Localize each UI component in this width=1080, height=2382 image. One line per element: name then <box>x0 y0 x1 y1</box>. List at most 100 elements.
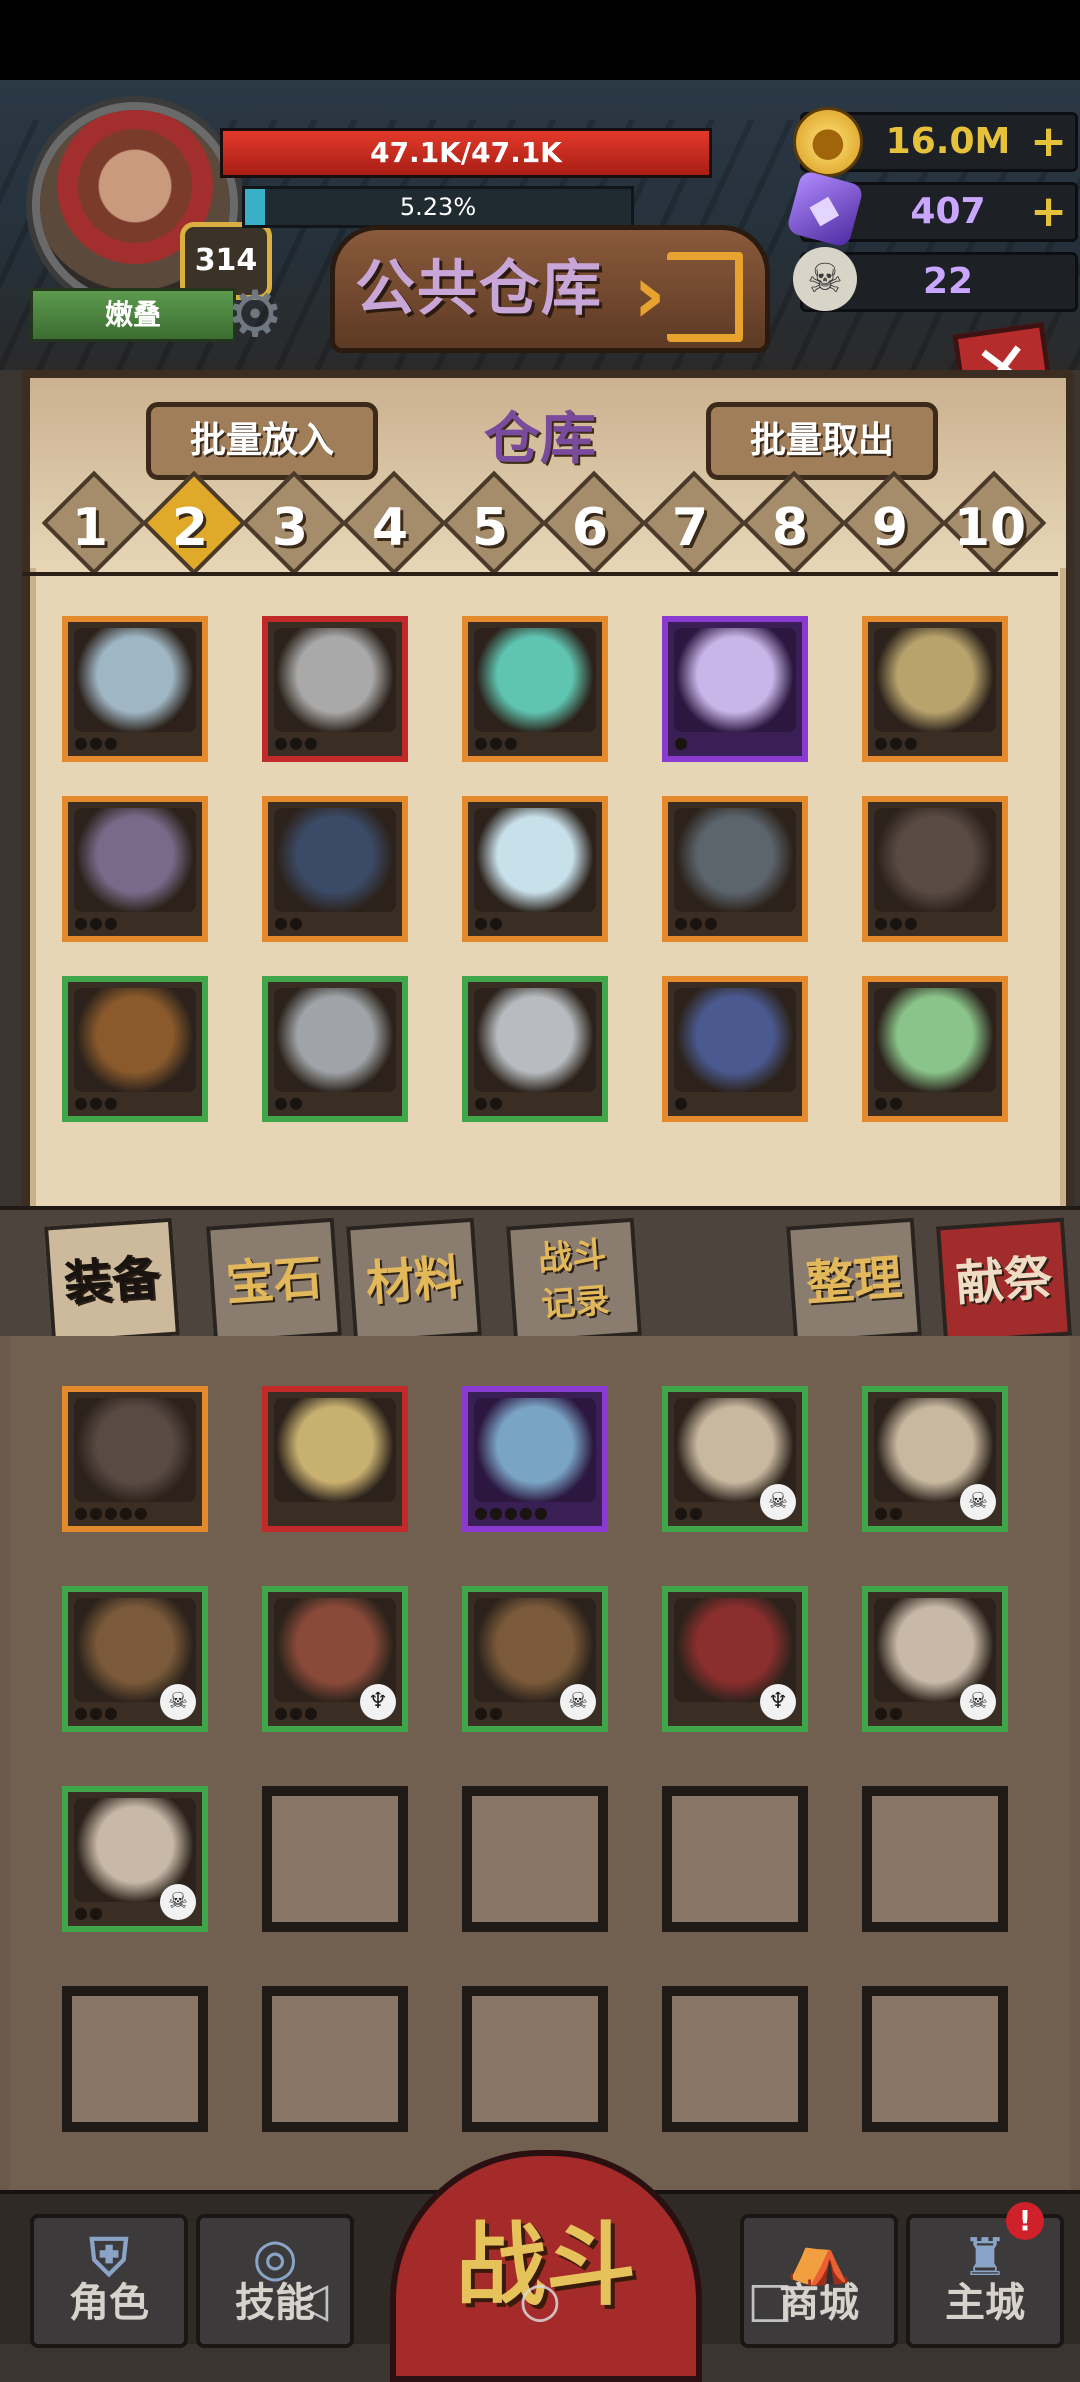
item-quality-dots: ●● <box>874 1703 904 1722</box>
horned-set-icon: ♆ <box>760 1684 796 1720</box>
sacrifice-button[interactable]: 献祭 <box>936 1217 1072 1345</box>
item-slot[interactable]: ●●● ☠ <box>62 1586 208 1732</box>
item-slot[interactable]: ●● ☠ <box>862 1586 1008 1732</box>
item-slot[interactable]: ●● <box>262 976 408 1122</box>
system-back-icon[interactable]: ◁ <box>280 2270 340 2330</box>
item-slot[interactable]: ♆ <box>662 1586 808 1732</box>
empty-slot[interactable] <box>662 1786 808 1932</box>
item-slot[interactable]: ●● <box>462 976 608 1122</box>
horned-set-icon: ♆ <box>360 1684 396 1720</box>
xp-text: 5.23% <box>399 193 477 221</box>
batch-take-button[interactable]: 批量取出 <box>706 402 938 480</box>
empty-slot[interactable] <box>462 1986 608 2132</box>
item-quality-dots: ●● <box>274 1093 304 1112</box>
xp-bar: 5.23% <box>242 186 634 228</box>
item-slot[interactable]: ●●● <box>62 616 208 762</box>
helmet-icon: ⛨ <box>89 2228 129 2288</box>
ornate-shield-icon <box>474 1398 596 1502</box>
page-tab-label: 5 <box>471 498 509 558</box>
item-slot[interactable]: ●●● <box>462 616 608 762</box>
item-slot[interactable]: ●● <box>462 796 608 942</box>
add-gem-button[interactable]: + <box>1030 185 1067 239</box>
plate-armor-icon <box>474 988 596 1092</box>
crossed-swords-icon <box>274 1398 396 1502</box>
item-quality-dots: ●● <box>474 1703 504 1722</box>
hp-bar: 47.1K/47.1K <box>220 128 712 178</box>
tab-battle-log-line2: 记录 <box>540 1280 611 1326</box>
item-quality-dots: ●●●●● <box>474 1503 549 1522</box>
notification-badge: ! <box>1006 2202 1044 2240</box>
item-slot[interactable]: ●● <box>862 976 1008 1122</box>
item-slot[interactable]: ●●● <box>862 796 1008 942</box>
skull-set-icon: ☠ <box>560 1684 596 1720</box>
item-quality-dots: ●●● <box>874 913 919 932</box>
item-slot[interactable]: ●●● ♆ <box>262 1586 408 1732</box>
cracked-rock-icon <box>874 808 996 912</box>
storage-title: 仓库 <box>484 407 596 472</box>
item-quality-dots: ●●● <box>74 1703 119 1722</box>
batch-put-button[interactable]: 批量放入 <box>146 402 378 480</box>
nav-main-city[interactable]: ♜ 主城 <box>906 2214 1064 2348</box>
page-tab-label: 9 <box>871 498 909 558</box>
empty-slot[interactable] <box>62 1986 208 2132</box>
gem-currency: ◆ 407 + <box>785 169 1078 249</box>
dragon-wing-icon <box>274 808 396 912</box>
empty-slot[interactable] <box>862 1786 1008 1932</box>
page-tab-label: 8 <box>771 498 809 558</box>
item-quality-dots: ●●● <box>874 733 919 752</box>
item-slot[interactable]: ●●● <box>662 796 808 942</box>
opal-stone-icon <box>474 808 596 912</box>
page-tab-label: 1 <box>71 498 109 558</box>
scroll-icon <box>874 628 996 732</box>
empty-slot[interactable] <box>262 1986 408 2132</box>
item-quality-dots: ●●● <box>274 1703 319 1722</box>
item-slot[interactable]: ● <box>662 976 808 1122</box>
item-quality-dots: ●● <box>874 1093 904 1112</box>
item-slot[interactable] <box>262 1386 408 1532</box>
tab-battle-log[interactable]: 战斗 记录 <box>506 1217 642 1345</box>
item-slot[interactable]: ●● ☠ <box>62 1786 208 1932</box>
claw-icon <box>674 628 796 732</box>
item-slot[interactable]: ●●●●● <box>62 1386 208 1532</box>
system-recents-icon[interactable]: □ <box>740 2270 800 2330</box>
sort-button[interactable]: 整理 <box>786 1217 922 1345</box>
system-home-icon[interactable]: ○ <box>510 2270 570 2330</box>
item-slot[interactable]: ●● ☠ <box>462 1586 608 1732</box>
nav-role[interactable]: ⛨ 角色 <box>30 2214 188 2348</box>
skull-set-icon: ☠ <box>760 1484 796 1520</box>
green-tablet-icon <box>874 988 996 1092</box>
item-quality-dots: ●●● <box>74 913 119 932</box>
skull-value: 22 <box>922 261 974 302</box>
hp-text: 47.1K/47.1K <box>370 136 562 169</box>
item-slot[interactable]: ●● ☠ <box>662 1386 808 1532</box>
empty-slot[interactable] <box>262 1786 408 1932</box>
item-slot[interactable]: ●●● <box>62 796 208 942</box>
gem-value: 407 <box>910 191 986 232</box>
empty-slot[interactable] <box>662 1986 808 2132</box>
status-bar <box>0 0 1080 80</box>
tab-materials[interactable]: 材料 <box>346 1217 482 1345</box>
item-slot[interactable]: ●●● <box>862 616 1008 762</box>
empty-slot[interactable] <box>462 1786 608 1932</box>
item-slot[interactable]: ●●● <box>262 616 408 762</box>
add-gold-button[interactable]: + <box>1030 115 1067 169</box>
item-quality-dots: ●●● <box>474 733 519 752</box>
item-slot[interactable]: ● <box>662 616 808 762</box>
settings-gear-icon[interactable]: ⚙ <box>220 280 290 350</box>
skull-set-icon: ☠ <box>160 1884 196 1920</box>
ice-crystal-cluster-icon <box>74 628 196 732</box>
page-tab-label: 3 <box>271 498 309 558</box>
item-slot[interactable]: ●● ☠ <box>862 1386 1008 1532</box>
item-slot[interactable]: ●●● <box>62 976 208 1122</box>
item-slot[interactable]: ●●●●● <box>462 1386 608 1532</box>
item-quality-dots: ●●● <box>674 913 719 932</box>
item-slot[interactable]: ●● <box>262 796 408 942</box>
item-quality-dots: ●●●●● <box>74 1503 149 1522</box>
empty-slot[interactable] <box>862 1986 1008 2132</box>
tab-gems[interactable]: 宝石 <box>206 1217 342 1345</box>
tab-equipment[interactable]: 装备 <box>44 1217 180 1345</box>
item-quality-dots: ●●● <box>274 733 319 752</box>
item-quality-dots: ●●● <box>74 733 119 752</box>
page-tab-label: 6 <box>571 498 609 558</box>
item-quality-dots: ●● <box>474 913 504 932</box>
